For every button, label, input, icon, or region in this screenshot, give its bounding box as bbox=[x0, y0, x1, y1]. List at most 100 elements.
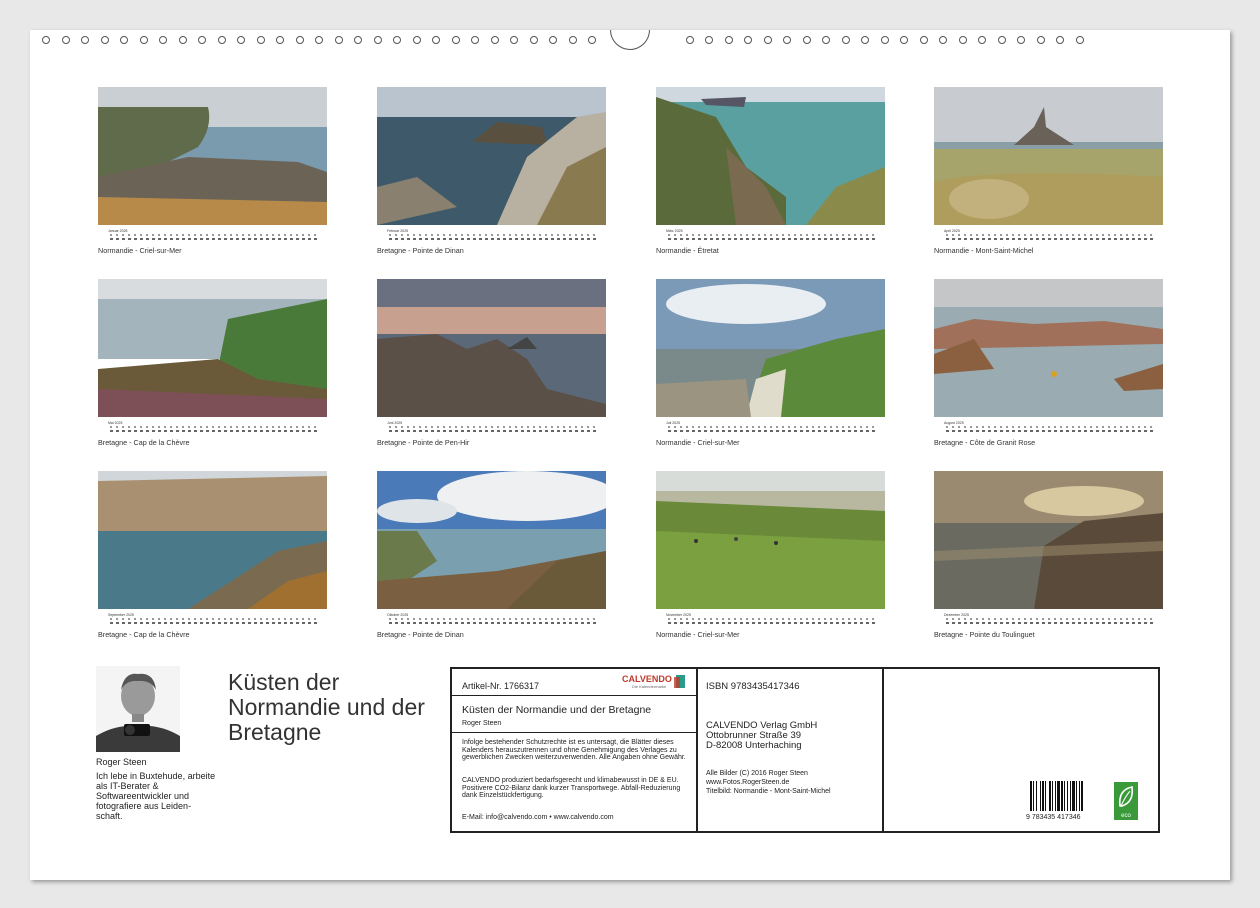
publisher-city: D-82008 Unterhaching bbox=[706, 740, 802, 751]
binding-hole bbox=[1056, 36, 1064, 44]
day-numbers-row bbox=[946, 238, 1155, 240]
photo-caption: Bretagne - Pointe de Pen-Hir bbox=[377, 438, 470, 447]
day-numbers-row bbox=[946, 622, 1155, 624]
binding-hole bbox=[744, 36, 752, 44]
divider bbox=[882, 669, 884, 831]
binding-hole bbox=[997, 36, 1006, 44]
binding-hole bbox=[139, 36, 148, 44]
photo-caption: Bretagne - Côte de Granit Rose bbox=[934, 438, 1036, 447]
month-name: Oktober 2025 bbox=[387, 613, 409, 617]
weekday-row bbox=[946, 234, 1155, 236]
mini-calendar: August 2025 bbox=[934, 421, 1163, 435]
mini-calendar: Juli 2025 bbox=[656, 421, 885, 435]
binding-hole bbox=[81, 36, 89, 44]
eco-notice: CALVENDO produziert bedarfsgerecht und k… bbox=[462, 777, 681, 800]
month-name: September 2025 bbox=[108, 613, 134, 617]
binding-hole bbox=[783, 36, 791, 44]
month-name: Januar 2025 bbox=[108, 229, 128, 233]
book-title: Küsten der Normandie und der Bretagne bbox=[462, 704, 652, 716]
weekday-row bbox=[110, 426, 319, 428]
copyright-notice: Infolge bestehender Schutzrechte ist es … bbox=[462, 739, 686, 762]
spiral-binding bbox=[30, 30, 1230, 52]
mini-calendar: September 2025 bbox=[98, 613, 327, 627]
binding-hole bbox=[373, 36, 382, 44]
photographer-website: www.Fotos.RogerSteen.de bbox=[706, 779, 790, 786]
photo-caption: Bretagne - Cap de la Chèvre bbox=[98, 630, 190, 639]
barcode-bar bbox=[1030, 781, 1032, 811]
binding-hole bbox=[724, 36, 733, 44]
weekday-row bbox=[389, 426, 598, 428]
binding-hole bbox=[61, 36, 70, 44]
binding-hole bbox=[256, 36, 265, 44]
month-photo bbox=[377, 87, 606, 225]
month-photo bbox=[656, 87, 885, 225]
binding-hole bbox=[705, 36, 713, 44]
barcode-bar bbox=[1052, 781, 1053, 811]
month-name: Juni 2025 bbox=[387, 421, 403, 425]
binding-hole bbox=[763, 36, 772, 44]
divider bbox=[696, 669, 698, 831]
weekday-row bbox=[668, 426, 877, 428]
weekday-row bbox=[110, 618, 319, 620]
mini-calendar: Oktober 2025 bbox=[377, 613, 606, 627]
binding-hole bbox=[471, 36, 479, 44]
binding-hole bbox=[880, 36, 889, 44]
day-numbers-row bbox=[668, 622, 877, 624]
calvendo-tagline: Die Kalendermarke bbox=[632, 684, 667, 689]
photo-caption: Bretagne - Pointe de Dinan bbox=[377, 630, 464, 639]
month-name: Juli 2025 bbox=[666, 421, 681, 425]
binding-hole bbox=[958, 36, 967, 44]
binding-hole bbox=[1017, 36, 1025, 44]
isbn-barcode bbox=[1030, 781, 1094, 817]
month-photo bbox=[98, 279, 327, 417]
author-bio: Ich lebe in Buxtehude, arbeite als IT-Be… bbox=[96, 771, 216, 821]
barcode-bar bbox=[1079, 781, 1080, 811]
month-tile: Juli 2025 Normandie - Criel-sur-Mer bbox=[656, 279, 885, 447]
barcode-bar bbox=[1076, 781, 1077, 811]
day-numbers-row bbox=[668, 238, 877, 240]
calendar-title: Küsten der Normandie und der Bretagne bbox=[228, 669, 425, 745]
barcode-bar bbox=[1064, 781, 1065, 811]
binding-hole bbox=[354, 36, 362, 44]
barcode-bar bbox=[1033, 781, 1034, 811]
calendar-back-page: Januar 2025 Normandie - Criel-sur-Mer Fe… bbox=[30, 30, 1230, 880]
photo-caption: Bretagne - Pointe du Toulinguet bbox=[934, 630, 1035, 639]
binding-hole bbox=[237, 36, 245, 44]
month-name: Dezember 2025 bbox=[944, 613, 969, 617]
publisher-info-box: Artikel-Nr. 1766317 CALVENDO Die Kalende… bbox=[450, 667, 1160, 833]
weekday-row bbox=[389, 234, 598, 236]
binding-hole bbox=[919, 36, 928, 44]
barcode-bar bbox=[1057, 781, 1060, 811]
binding-hole bbox=[334, 36, 343, 44]
month-photo bbox=[98, 471, 327, 609]
barcode-number: 9 783435 417346 bbox=[1026, 814, 1081, 821]
mini-calendar: Dezember 2025 bbox=[934, 613, 1163, 627]
author-portrait bbox=[96, 666, 180, 752]
day-numbers-row bbox=[389, 430, 598, 432]
month-tile: Januar 2025 Normandie - Criel-sur-Mer bbox=[98, 87, 327, 255]
photo-caption: Normandie - Criel-sur-Mer bbox=[656, 438, 740, 447]
month-photo bbox=[377, 279, 606, 417]
month-photo bbox=[656, 471, 885, 609]
divider bbox=[452, 732, 696, 733]
binding-hole bbox=[412, 36, 421, 44]
month-name: Februar 2025 bbox=[387, 229, 409, 233]
barcode-bar bbox=[1040, 781, 1041, 811]
binding-hole bbox=[900, 36, 908, 44]
binding-hole bbox=[198, 36, 206, 44]
binding-hole bbox=[100, 36, 109, 44]
divider bbox=[452, 695, 696, 696]
month-photo bbox=[934, 279, 1163, 417]
barcode-bar bbox=[1081, 781, 1083, 811]
month-name: April 2025 bbox=[944, 229, 960, 233]
month-tile: Oktober 2025 Bretagne - Pointe de Dinan bbox=[377, 471, 606, 639]
calvendo-logo-icon bbox=[674, 674, 686, 689]
weekday-row bbox=[389, 618, 598, 620]
barcode-bar bbox=[1067, 781, 1068, 811]
binding-hole bbox=[42, 36, 50, 44]
weekday-row bbox=[668, 618, 877, 620]
book-author: Roger Steen bbox=[462, 720, 502, 727]
binding-hole bbox=[178, 36, 187, 44]
month-name: März 2025 bbox=[666, 229, 683, 233]
month-photo bbox=[98, 87, 327, 225]
